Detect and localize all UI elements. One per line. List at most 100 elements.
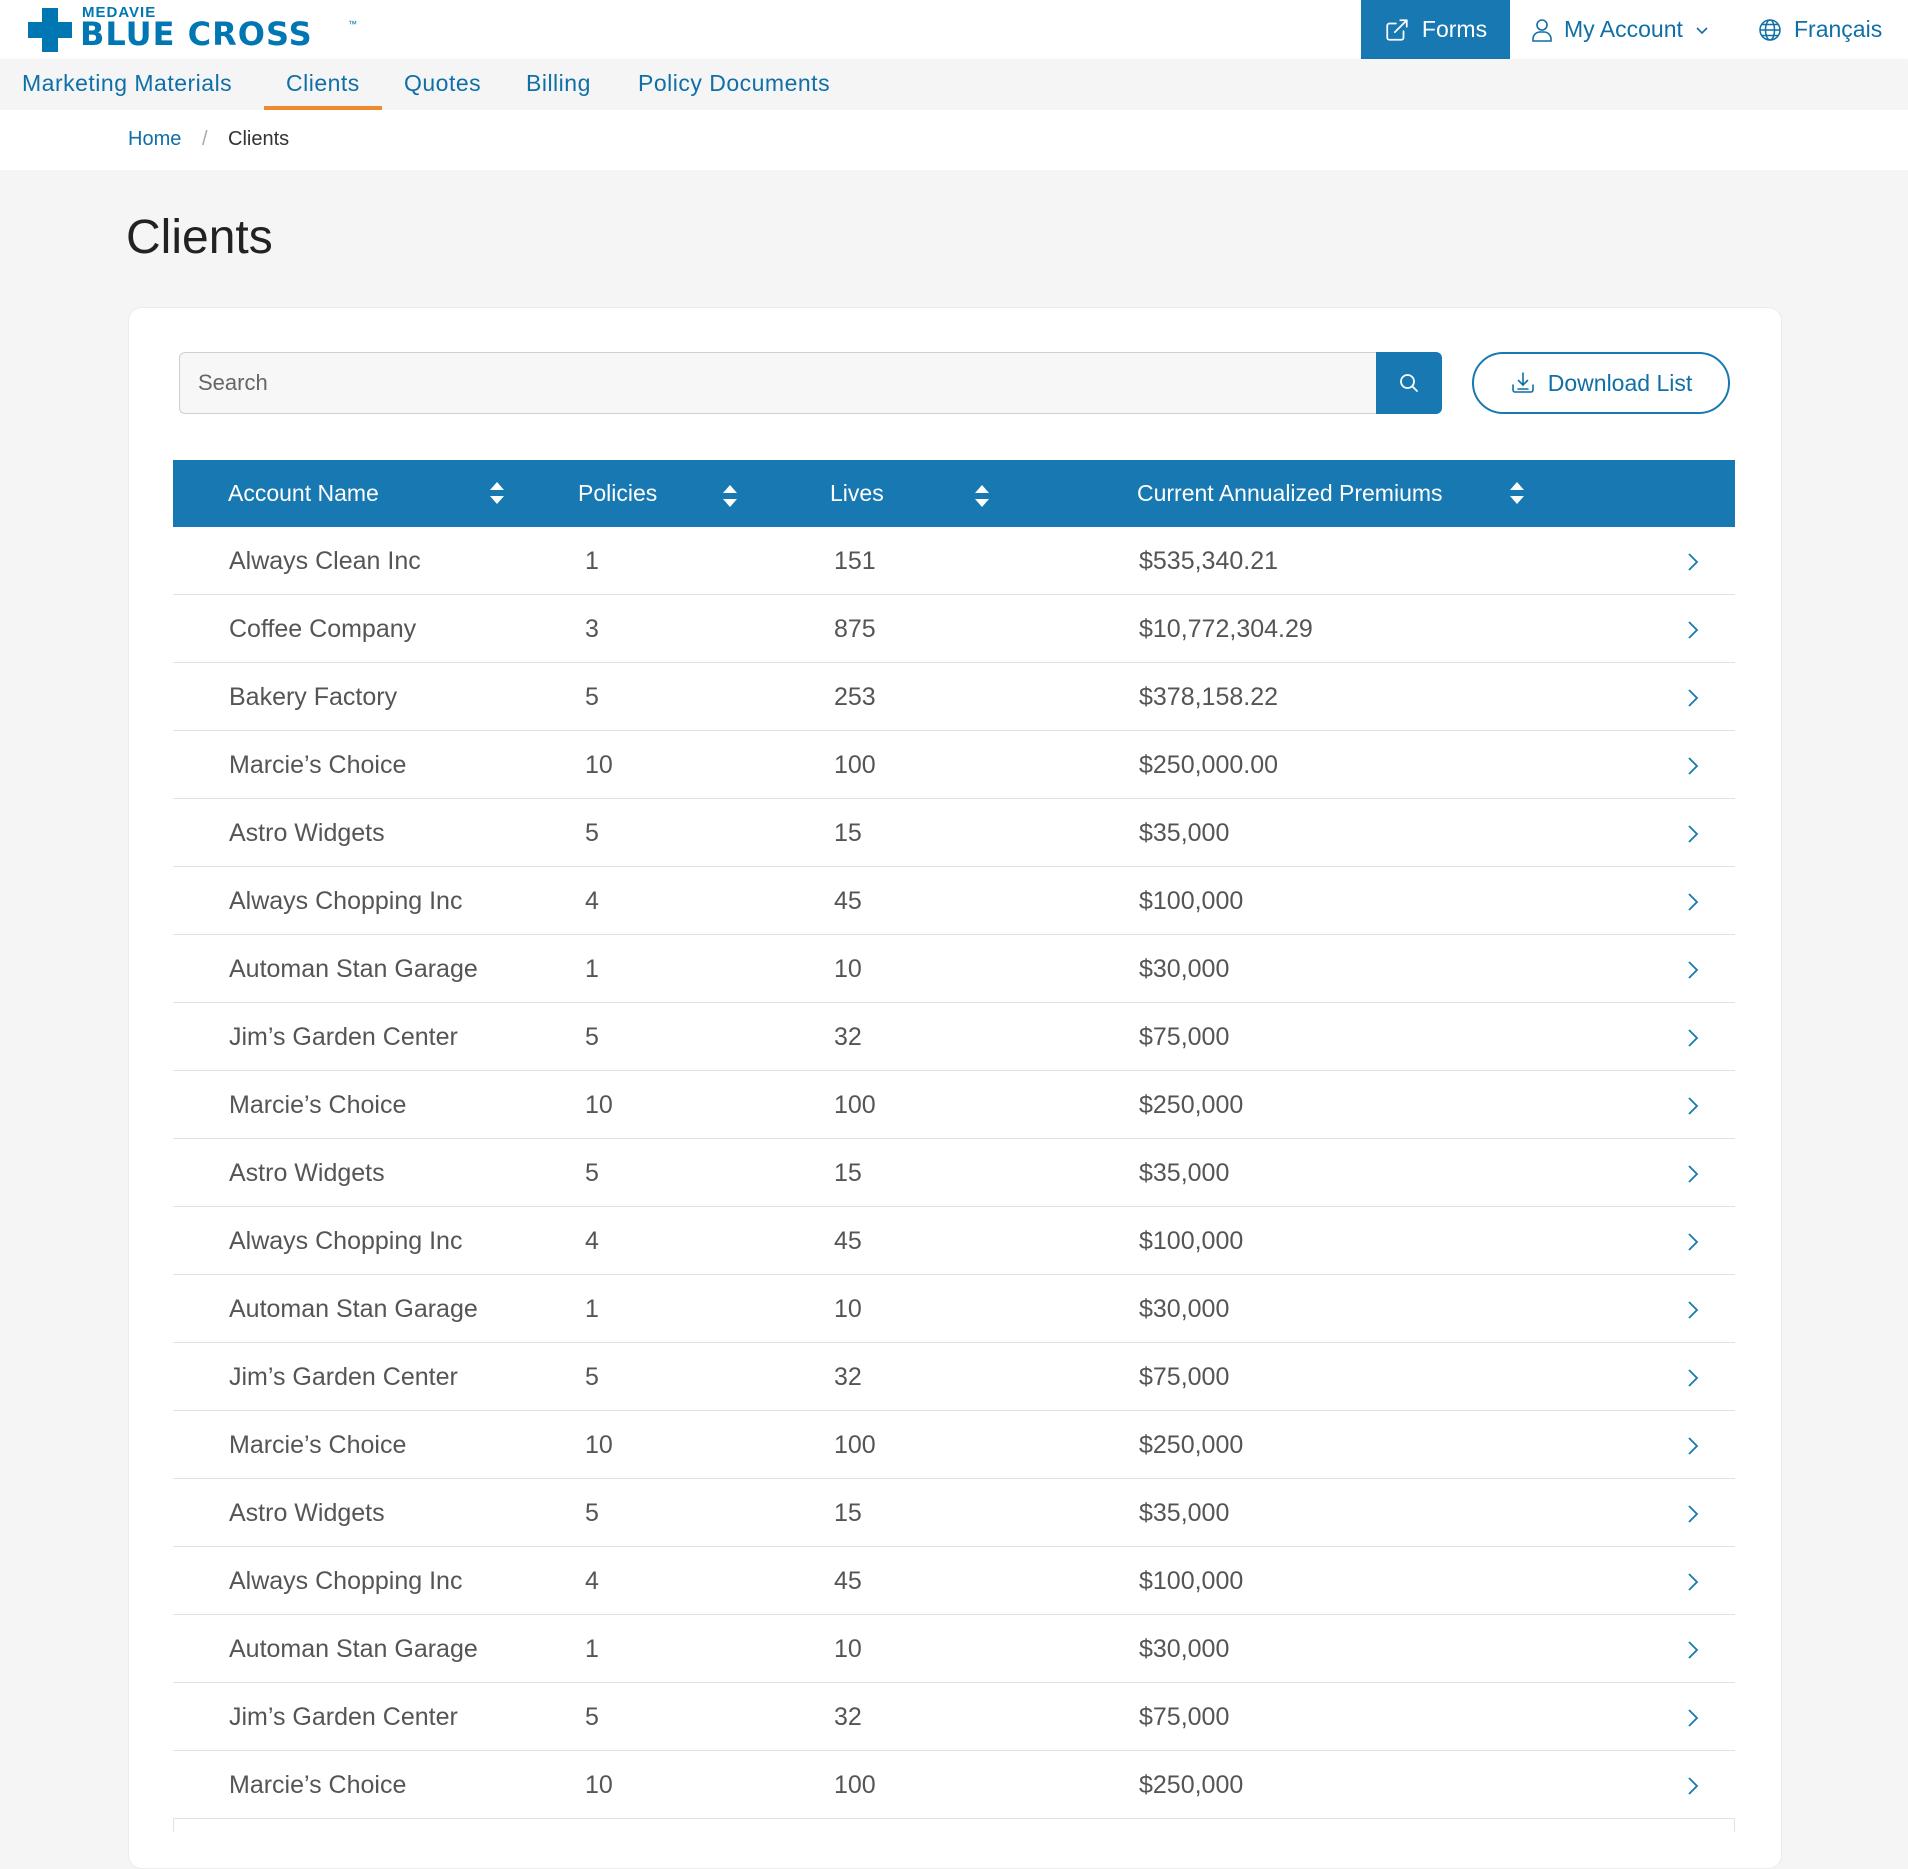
premium-cell: $250,000 bbox=[1139, 1091, 1244, 1119]
chevron-right-icon[interactable] bbox=[1687, 824, 1699, 844]
premium-cell: $378,158.22 bbox=[1139, 683, 1279, 711]
nav-clients[interactable]: Clients bbox=[264, 59, 382, 110]
chevron-right-icon[interactable] bbox=[1687, 1640, 1699, 1660]
globe-icon bbox=[1759, 18, 1781, 41]
lives-cell: 45 bbox=[834, 1227, 862, 1255]
lives-cell: 100 bbox=[834, 751, 876, 779]
account-name-cell: Astro Widgets bbox=[229, 819, 385, 847]
chevron-right-icon[interactable] bbox=[1687, 1300, 1699, 1320]
account-name-cell: Automan Stan Garage bbox=[229, 955, 478, 983]
table-row[interactable]: Marcie’s Choice 10 100 $250,000.00 bbox=[173, 731, 1735, 799]
table-row[interactable]: Astro Widgets 5 15 $35,000 bbox=[173, 1479, 1735, 1547]
search-button[interactable] bbox=[1376, 352, 1442, 414]
table-row[interactable]: Marcie’s Choice 10 100 $250,000 bbox=[173, 1071, 1735, 1139]
lives-cell: 45 bbox=[834, 1567, 862, 1595]
sort-icon[interactable] bbox=[974, 482, 990, 510]
account-name-cell: Astro Widgets bbox=[229, 1499, 385, 1527]
table-row[interactable]: Automan Stan Garage 1 10 $30,000 bbox=[173, 935, 1735, 1003]
premium-cell: $30,000 bbox=[1139, 1635, 1230, 1663]
premium-cell: $535,340.21 bbox=[1139, 547, 1279, 575]
table-row[interactable]: Coffee Company 3 875 $10,772,304.29 bbox=[173, 595, 1735, 663]
lives-cell: 100 bbox=[834, 1771, 876, 1799]
clients-table: Account Name Policies Lives Current Annu… bbox=[173, 460, 1735, 1819]
lives-cell: 253 bbox=[834, 683, 876, 711]
breadcrumb-home-link[interactable]: Home bbox=[128, 128, 181, 151]
sort-icon[interactable] bbox=[1509, 479, 1525, 507]
column-header-policies[interactable]: Policies bbox=[578, 460, 657, 527]
nav-billing[interactable]: Billing bbox=[526, 59, 591, 110]
table-row[interactable]: Jim’s Garden Center 5 32 $75,000 bbox=[173, 1343, 1735, 1411]
chevron-right-icon[interactable] bbox=[1687, 620, 1699, 640]
sort-icon[interactable] bbox=[489, 479, 505, 507]
chevron-right-icon[interactable] bbox=[1687, 1572, 1699, 1592]
table-row[interactable]: Marcie’s Choice 10 100 $250,000 bbox=[173, 1411, 1735, 1479]
account-name-cell: Astro Widgets bbox=[229, 1159, 385, 1187]
premium-cell: $250,000 bbox=[1139, 1431, 1244, 1459]
policies-cell: 10 bbox=[585, 1771, 613, 1799]
table-row[interactable]: Bakery Factory 5 253 $378,158.22 bbox=[173, 663, 1735, 731]
nav-policy-documents[interactable]: Policy Documents bbox=[638, 59, 830, 110]
search-input[interactable] bbox=[179, 352, 1376, 414]
user-icon bbox=[1532, 18, 1552, 42]
lives-cell: 10 bbox=[834, 955, 862, 983]
premium-cell: $100,000 bbox=[1139, 1227, 1244, 1255]
chevron-right-icon[interactable] bbox=[1687, 1232, 1699, 1252]
chevron-right-icon[interactable] bbox=[1687, 960, 1699, 980]
chevron-right-icon[interactable] bbox=[1687, 1368, 1699, 1388]
column-header-current-annualized-premiums[interactable]: Current Annualized Premiums bbox=[1137, 460, 1443, 527]
table-row[interactable]: Astro Widgets 5 15 $35,000 bbox=[173, 1139, 1735, 1207]
chevron-right-icon[interactable] bbox=[1687, 1096, 1699, 1116]
chevron-right-icon[interactable] bbox=[1687, 1504, 1699, 1524]
chevron-right-icon[interactable] bbox=[1687, 552, 1699, 572]
policies-cell: 4 bbox=[585, 1227, 599, 1255]
table-row[interactable]: Always Chopping Inc 4 45 $100,000 bbox=[173, 867, 1735, 935]
table-row[interactable]: Automan Stan Garage 1 10 $30,000 bbox=[173, 1615, 1735, 1683]
forms-button[interactable]: Forms bbox=[1361, 0, 1510, 59]
table-row[interactable]: Automan Stan Garage 1 10 $30,000 bbox=[173, 1275, 1735, 1343]
table-row[interactable]: Marcie’s Choice 10 100 $250,000 bbox=[173, 1751, 1735, 1819]
premium-cell: $75,000 bbox=[1139, 1703, 1230, 1731]
table-row[interactable]: Always Chopping Inc 4 45 $100,000 bbox=[173, 1207, 1735, 1275]
policies-cell: 5 bbox=[585, 819, 599, 847]
premium-cell: $250,000 bbox=[1139, 1771, 1244, 1799]
sort-icon[interactable] bbox=[722, 482, 738, 510]
column-header-account-name[interactable]: Account Name bbox=[228, 460, 379, 527]
my-account-label: My Account bbox=[1564, 16, 1683, 42]
external-link-icon bbox=[1386, 18, 1408, 41]
download-list-button[interactable]: Download List bbox=[1472, 352, 1730, 414]
premium-cell: $100,000 bbox=[1139, 1567, 1244, 1595]
table-row[interactable]: Jim’s Garden Center 5 32 $75,000 bbox=[173, 1003, 1735, 1071]
lives-cell: 15 bbox=[834, 1499, 862, 1527]
column-header-lives[interactable]: Lives bbox=[830, 460, 884, 527]
medavie-blue-cross-logo[interactable]: MEDAVIE BLUE CROSS ™ bbox=[28, 5, 357, 53]
lives-cell: 100 bbox=[834, 1431, 876, 1459]
my-account-dropdown[interactable]: My Account bbox=[1530, 0, 1709, 59]
table-row[interactable]: Always Clean Inc 1 151 $535,340.21 bbox=[173, 527, 1735, 595]
top-header: MEDAVIE BLUE CROSS ™ Forms My Account Fr… bbox=[0, 0, 1908, 59]
chevron-right-icon[interactable] bbox=[1687, 688, 1699, 708]
chevron-right-icon[interactable] bbox=[1687, 892, 1699, 912]
premium-cell: $100,000 bbox=[1139, 887, 1244, 915]
search-icon bbox=[1400, 374, 1418, 392]
account-name-cell: Always Chopping Inc bbox=[229, 887, 463, 915]
account-name-cell: Automan Stan Garage bbox=[229, 1295, 478, 1323]
account-name-cell: Marcie’s Choice bbox=[229, 1091, 407, 1119]
chevron-right-icon[interactable] bbox=[1687, 1776, 1699, 1796]
chevron-right-icon[interactable] bbox=[1687, 756, 1699, 776]
table-row[interactable]: Always Chopping Inc 4 45 $100,000 bbox=[173, 1547, 1735, 1615]
page-title: Clients bbox=[126, 211, 273, 264]
lives-cell: 32 bbox=[834, 1363, 862, 1391]
table-row[interactable]: Astro Widgets 5 15 $35,000 bbox=[173, 799, 1735, 867]
chevron-right-icon[interactable] bbox=[1687, 1708, 1699, 1728]
chevron-right-icon[interactable] bbox=[1687, 1164, 1699, 1184]
chevron-right-icon[interactable] bbox=[1687, 1028, 1699, 1048]
download-list-label: Download List bbox=[1547, 369, 1693, 396]
language-toggle[interactable]: Français bbox=[1758, 0, 1882, 59]
nav-marketing-materials[interactable]: Marketing Materials bbox=[22, 59, 232, 110]
policies-cell: 5 bbox=[585, 1023, 599, 1051]
chevron-right-icon[interactable] bbox=[1687, 1436, 1699, 1456]
nav-quotes[interactable]: Quotes bbox=[404, 59, 481, 110]
policies-cell: 5 bbox=[585, 1363, 599, 1391]
premium-cell: $35,000 bbox=[1139, 1499, 1230, 1527]
table-row[interactable]: Jim’s Garden Center 5 32 $75,000 bbox=[173, 1683, 1735, 1751]
